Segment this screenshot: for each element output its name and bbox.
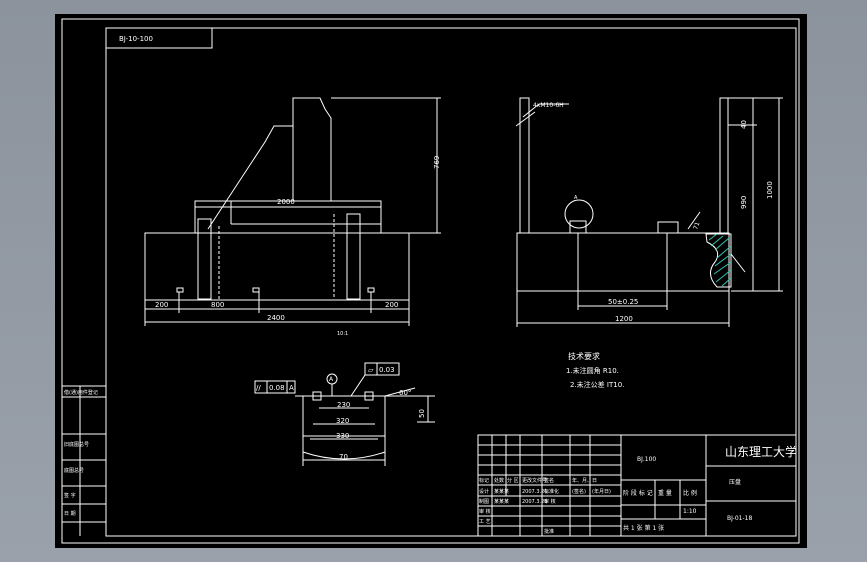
inner-frame [105,27,797,537]
header-sign: 签名 [544,477,554,484]
tech-requirements-title: 技术要求 [568,351,600,361]
part-name: BJ.100 [637,456,656,463]
hatch-section [708,233,732,287]
ratio-label: 比 例 [683,489,697,497]
weight-label: 重 量 [658,489,672,497]
standard-sign: (签名) [572,488,586,495]
front-dim-total: 2400 [267,314,285,322]
scale-value: 1:10 [683,508,697,515]
margin-label-3: 底图总号 [64,467,84,474]
parallelism-value: 0.08 [269,384,285,392]
thread-callout: 4xM10-6H [533,102,564,109]
side-dim-50: 50±0.25 [608,298,638,306]
front-dim-inner: 2000 [277,198,295,206]
flatness-value: 0.03 [379,366,395,374]
detail-dim-70: 70 [339,453,348,461]
design-label: 设计 [479,488,489,495]
detail-datum-label: A [329,376,334,383]
review-label: 审 核 [479,508,491,515]
front-view [144,97,441,326]
side-dim-71: 71 [692,221,701,231]
process-label: 工 艺 [479,519,491,525]
front-dim-right: 200 [385,301,398,309]
side-view [515,97,783,327]
tech-requirement-1: 1.未注圆角 R10. [566,366,619,375]
detail-dim-230: 230 [337,401,350,409]
front-dim-left: 200 [155,301,168,309]
side-dim-1000: 1000 [766,181,774,199]
flatness-symbol: ▱ [368,366,374,374]
design-name: 某某某 [494,489,509,495]
drawing-number: BJ-01-18 [727,515,752,522]
detail-view [254,362,435,466]
side-dim-1200: 1200 [615,315,633,323]
margin-label-1: 借(通)用件登记 [64,389,98,396]
parallelism-symbol: // [256,384,261,392]
sheets-label: 共 1 张 第 1 张 [623,524,664,532]
parallelism-datum: A [289,384,294,392]
margin-label-5: 日 期 [64,511,76,517]
scale-note: 10:1 [337,331,348,337]
standard-date: (年月日) [592,488,611,495]
front-dim-height: 769 [433,156,441,169]
margin-label-2: 旧底图总号 [64,441,89,448]
part-title: 压盘 [729,478,741,486]
check-label: 审 核 [544,498,556,505]
front-dim-center: 800 [211,301,224,309]
draw-name: 某某某 [494,499,509,505]
drawing-sheet: BJ-10-100 借(通)用件登记 旧底图总号 底图总号 签 字 日 期 76… [55,14,807,548]
side-dim-990: 990 [740,196,748,209]
cad-viewport: BJ-10-100 借(通)用件登记 旧底图总号 底图总号 签 字 日 期 76… [0,0,867,562]
tech-requirement-2: 2.未注公差 IT10. [570,380,624,389]
stage-label: 阶 段 标 记 [623,489,653,497]
header-count: 处数 [494,477,504,484]
draw-label: 制图 [479,498,489,505]
standard-label: 标准化 [544,488,559,495]
detail-dim-330: 330 [336,432,349,440]
approve-label: 批准 [544,528,554,535]
drawing-canvas: BJ-10-100 借(通)用件登记 旧底图总号 底图总号 签 字 日 期 76… [61,18,800,544]
header-date: 年、月、日 [572,477,597,484]
header-mark: 标记 [479,477,489,484]
drawing-code: BJ-10-100 [119,35,153,43]
header-zone: 分 区 [507,477,519,484]
detail-dim-angle: 60° [399,389,411,397]
margin-label-4: 签 字 [64,492,76,499]
university-name: 山东理工大学 [725,444,797,459]
detail-dim-50: 50 [418,409,426,418]
detail-dim-320: 320 [336,417,349,425]
side-label-a: A [574,195,578,201]
side-dim-40: 40 [740,120,748,129]
